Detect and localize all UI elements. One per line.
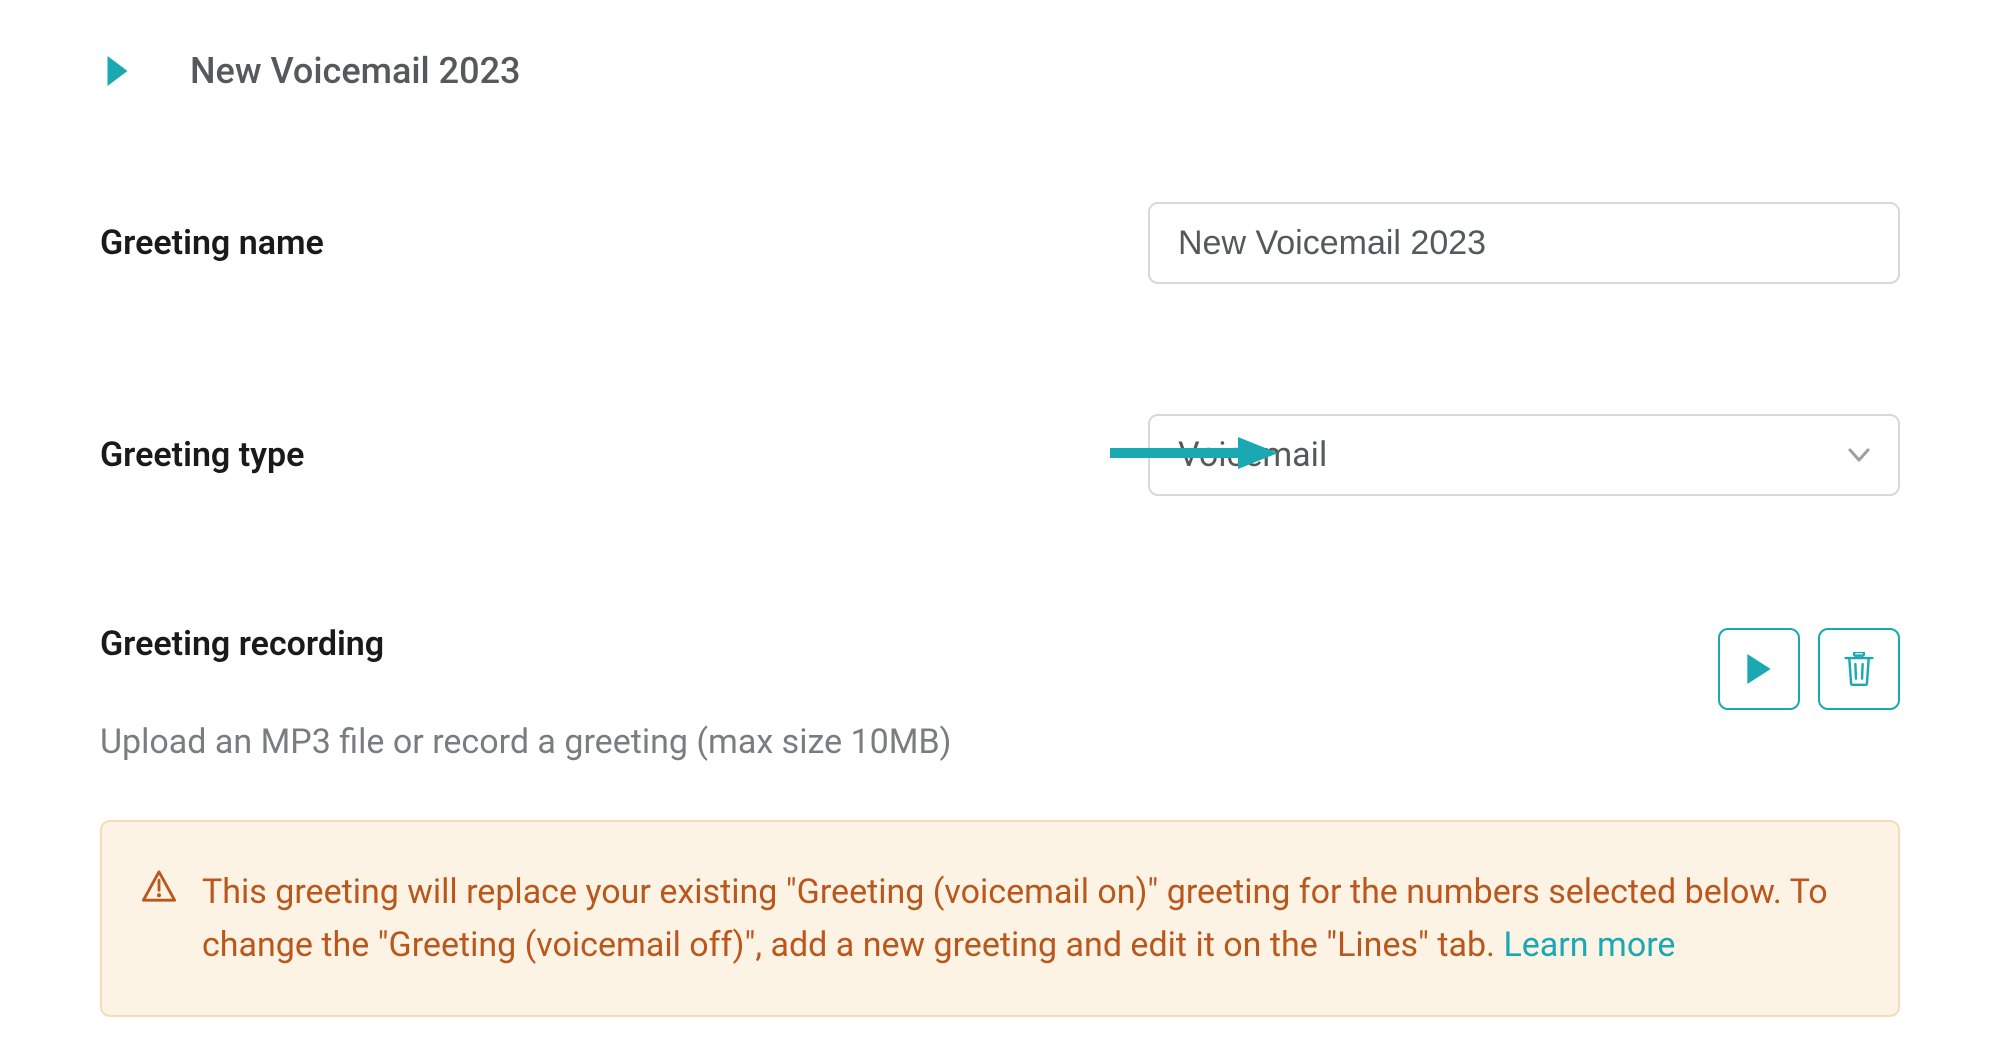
delete-greeting-button[interactable] [1818,628,1900,710]
greeting-recording-row: Greeting recording Upload an MP3 file or… [100,624,1900,762]
header-row: New Voicemail 2023 [100,50,1900,92]
chevron-down-icon [1848,448,1870,462]
caret-right-icon [107,56,128,86]
warning-triangle-icon [142,870,176,906]
greeting-recording-help: Upload an MP3 file or record a greeting … [100,722,1718,762]
greeting-recording-label: Greeting recording [100,624,1718,664]
warning-alert: This greeting will replace your existing… [100,820,1900,1017]
warning-alert-text: This greeting will replace your existing… [202,866,1858,971]
greeting-name-input[interactable] [1148,202,1900,284]
play-icon [1747,654,1771,684]
learn-more-link[interactable]: Learn more [1503,925,1675,965]
greeting-settings-panel: New Voicemail 2023 Greeting name Greetin… [0,0,2000,1057]
greeting-name-label: Greeting name [100,223,324,263]
greeting-type-row: Greeting type Voicemail [100,414,1900,496]
greeting-recording-actions [1718,624,1900,710]
greeting-type-select[interactable]: Voicemail [1148,414,1900,496]
trash-icon [1844,652,1874,686]
greeting-name-row: Greeting name [100,202,1900,284]
header-title: New Voicemail 2023 [190,50,521,92]
play-greeting-button[interactable] [1718,628,1800,710]
expand-toggle-button[interactable] [100,54,134,88]
greeting-type-selected-value: Voicemail [1178,435,1327,475]
greeting-type-label: Greeting type [100,435,304,475]
